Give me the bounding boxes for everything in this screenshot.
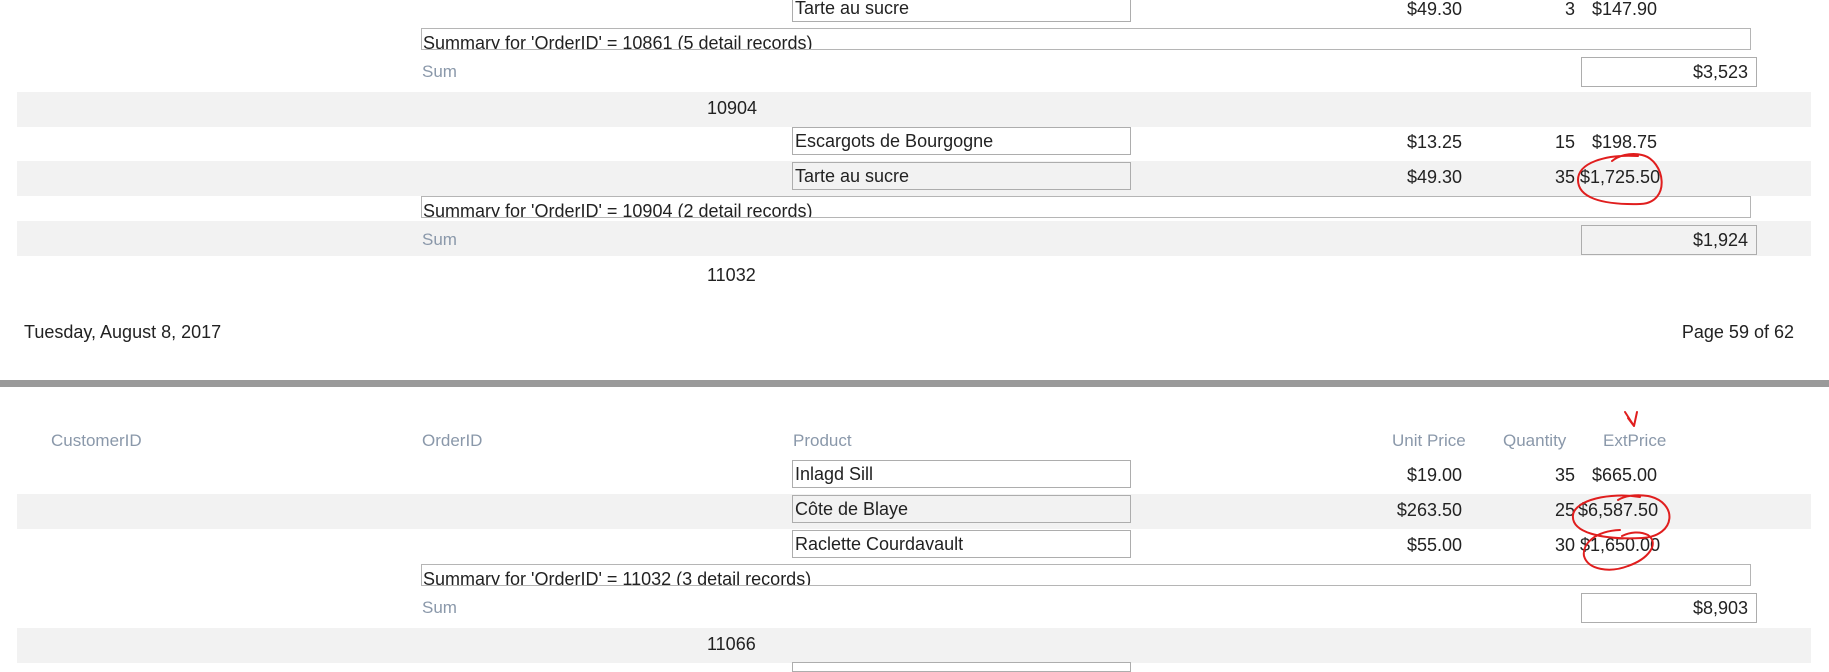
annotation-circle (1571, 494, 1671, 540)
annotation-circle (1582, 529, 1654, 571)
annotation-arrow (1624, 411, 1638, 427)
annotation-circle (1577, 152, 1663, 206)
annotation-layer (1571, 152, 1671, 571)
